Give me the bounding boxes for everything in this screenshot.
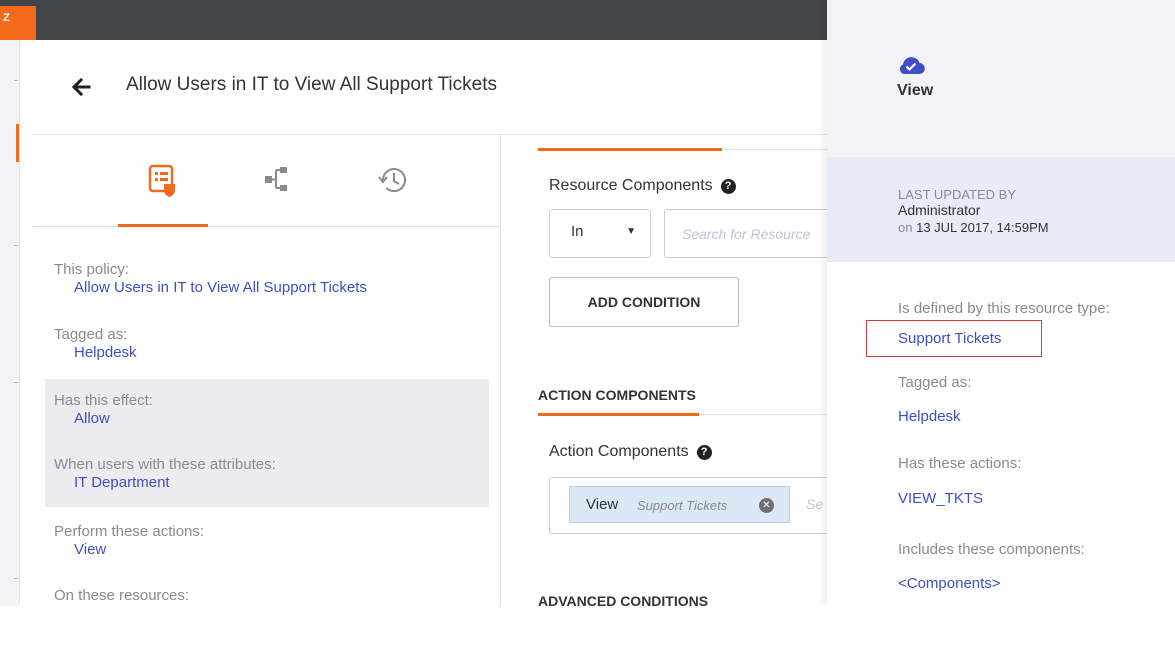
page-title: Allow Users in IT to View All Support Ti… <box>126 74 498 95</box>
active-tab-indicator <box>118 224 208 227</box>
summary-effect: Has this effect: Allow <box>54 392 153 428</box>
resource-type-label: Is defined by this resource type: <box>898 300 1110 317</box>
back-arrow-icon[interactable] <box>70 76 92 98</box>
resource-components-heading: Resource Components? <box>549 177 736 195</box>
side-actions-label: Has these actions: <box>898 455 1022 472</box>
cloud-check-icon <box>899 57 925 75</box>
summary-attributes: When users with these attributes: IT Dep… <box>54 456 276 492</box>
summary-resources: On these resources: <box>54 587 189 605</box>
attributes-label: When users with these attributes: <box>54 456 276 473</box>
side-components-link[interactable]: <Components> <box>898 575 1001 592</box>
policy-summary-panel: This policy: Allow Users in IT to View A… <box>33 135 501 606</box>
tag-link[interactable]: Helpdesk <box>74 344 137 362</box>
rail-item[interactable] <box>14 382 18 383</box>
resource-components-label: Resource Components <box>549 177 713 194</box>
chip-search-placeholder: Se <box>806 496 824 512</box>
side-tagged-label: Tagged as: <box>898 374 972 391</box>
history-clock-icon <box>378 168 406 193</box>
actions-value[interactable]: View <box>74 541 204 559</box>
rail-item[interactable] <box>14 578 18 579</box>
left-nav-rail <box>0 40 20 606</box>
tab-hierarchy[interactable] <box>233 135 323 227</box>
panel-tabs <box>33 135 501 227</box>
section-divider <box>722 149 827 150</box>
summary-tags: Tagged as: Helpdesk <box>54 326 137 362</box>
tagged-label: Tagged as: <box>54 326 128 343</box>
resource-type-link[interactable]: Support Tickets <box>898 330 1001 347</box>
attributes-value[interactable]: IT Department <box>74 474 276 492</box>
chip-label: View <box>586 496 619 513</box>
action-components-input[interactable]: View Support Tickets ✕ Se <box>549 477 827 534</box>
advanced-conditions-title: ADVANCED CONDITIONS <box>538 593 709 606</box>
last-updated-date-line: on 13 JUL 2017, 14:59PM <box>898 220 1049 235</box>
dropdown-arrow-icon: ▼ <box>626 226 636 237</box>
policy-name-link[interactable]: Allow Users in IT to View All Support Ti… <box>74 279 367 297</box>
action-components-heading: Action Components? <box>549 443 712 461</box>
rail-item[interactable] <box>14 245 18 246</box>
screenshot-stage: Z Allow Users in IT to View All Support … <box>0 0 1175 655</box>
app-window: Z Allow Users in IT to View All Support … <box>0 0 1175 606</box>
action-chip[interactable]: View Support Tickets ✕ <box>569 486 790 523</box>
help-icon[interactable]: ? <box>720 179 736 194</box>
last-updated-prefix: on <box>898 220 913 235</box>
remove-chip-icon[interactable]: ✕ <box>759 498 774 513</box>
add-condition-button[interactable]: ADD CONDITION <box>549 277 739 327</box>
page-header: Allow Users in IT to View All Support Ti… <box>33 40 827 135</box>
hierarchy-tree-icon <box>265 167 287 191</box>
brand-logo[interactable]: Z <box>0 6 36 40</box>
tab-policy-summary[interactable] <box>118 135 208 227</box>
actions-label: Perform these actions: <box>54 523 205 540</box>
help-icon[interactable]: ? <box>696 445 712 460</box>
side-tag-link[interactable]: Helpdesk <box>898 408 961 425</box>
section-underline <box>538 148 722 151</box>
last-updated-label: LAST UPDATED BY <box>898 187 1016 202</box>
tab-history[interactable] <box>348 135 438 227</box>
section-underline <box>538 413 699 416</box>
side-panel-title: View <box>897 82 934 99</box>
action-components-label: Action Components <box>549 443 689 460</box>
effect-value[interactable]: Allow <box>74 410 153 428</box>
last-updated-date: 13 JUL 2017, 14:59PM <box>916 220 1049 235</box>
side-components-label: Includes these components: <box>898 541 1085 558</box>
section-divider <box>699 414 827 415</box>
rail-active-indicator <box>16 124 19 162</box>
effect-label: Has this effect: <box>54 392 153 409</box>
chip-sublabel: Support Tickets <box>637 498 728 513</box>
top-bar: Z <box>0 0 827 40</box>
detail-side-panel: View LAST UPDATED BY Administrator on 13… <box>827 0 1175 606</box>
operator-select[interactable]: In ▼ <box>549 209 651 258</box>
policy-label: This policy: <box>54 261 130 278</box>
resources-label: On these resources: <box>54 587 190 604</box>
operator-value: In <box>571 223 584 240</box>
side-panel-header: View <box>827 0 1175 157</box>
side-action-link[interactable]: VIEW_TKTS <box>898 490 983 507</box>
summary-policy: This policy: Allow Users in IT to View A… <box>54 261 367 297</box>
rail-item[interactable] <box>14 80 18 81</box>
policy-editor: Resource Components? In ▼ Search for Res… <box>502 135 827 606</box>
resource-search-input[interactable]: Search for Resource <box>664 209 827 258</box>
action-components-title: ACTION COMPONENTS <box>538 387 696 403</box>
last-updated-section: LAST UPDATED BY Administrator on 13 JUL … <box>827 157 1175 262</box>
summary-actions: Perform these actions: View <box>54 523 204 559</box>
policy-document-icon <box>148 164 175 197</box>
last-updated-by: Administrator <box>898 202 981 218</box>
